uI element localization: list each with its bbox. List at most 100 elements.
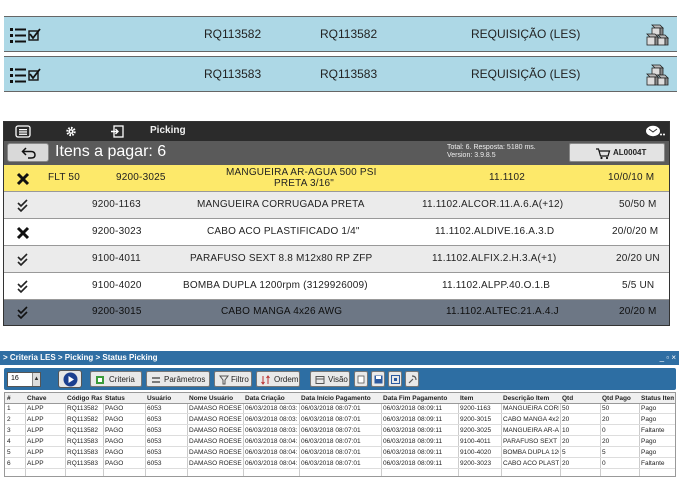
x-icon	[16, 172, 30, 186]
item-location: 11.1102.ALPP.40.O.1.B	[442, 280, 551, 291]
message-icon[interactable]	[645, 125, 665, 138]
copy-button[interactable]	[354, 371, 368, 387]
page-size-select[interactable]: 16 ▲	[7, 372, 41, 387]
table-cell-qtd-pago: 20	[602, 438, 610, 445]
table-cell-data-inicio: 06/03/2018 08:07:01	[301, 438, 361, 445]
column-header-status[interactable]: Status	[105, 395, 144, 402]
requisition-row[interactable]: RQ113582 RQ113582 REQUISIÇÃO (LES)	[4, 16, 677, 52]
table-cell-codigo-ras: RQ113583	[67, 438, 98, 445]
table-cell-usuario: 6053	[147, 416, 162, 423]
item-quantity: 20/20 M	[619, 306, 657, 317]
item-description: CABO ACO PLASTIFICADO 1/4"	[207, 226, 360, 237]
picking-item-row[interactable]: FLT 50 9200-3025 MANGUEIRA AR-AGUA 500 P…	[4, 165, 669, 192]
cart-icon	[596, 148, 611, 160]
list-check-icon[interactable]	[10, 66, 46, 84]
boxes-icon[interactable]	[644, 63, 670, 87]
requisition-type: REQUISIÇÃO (LES)	[471, 27, 581, 41]
back-button[interactable]	[7, 143, 49, 162]
window-controls[interactable]: _ ▫ ×	[660, 353, 676, 362]
page-title: Itens a pagar: 6	[55, 143, 167, 160]
requisition-code-secondary: RQ113582	[320, 27, 378, 41]
gear-icon[interactable]	[64, 125, 78, 138]
column-header-data-criacao[interactable]: Data Criação	[245, 395, 298, 402]
table-cell-data-fim: 06/03/2018 08:09:11	[383, 438, 443, 445]
item-location: 11.1102.ALFIX.2.H.3.A(+1)	[432, 253, 557, 264]
table-cell-num: 4	[7, 438, 11, 445]
table-row[interactable]: 3ALPPRQ113582PAGO6053DAMASO ROESE DA06/0…	[5, 426, 675, 436]
parameters-icon	[152, 377, 160, 383]
export-button[interactable]	[388, 371, 402, 387]
list-check-icon[interactable]	[10, 26, 46, 44]
table-cell-data-fim: 06/03/2018 08:09:11	[383, 449, 443, 456]
table-row[interactable]: 5ALPPRQ113583PAGO6053DAMASO ROESE DA06/0…	[5, 448, 675, 458]
item-quantity: 50/50 M	[619, 199, 657, 210]
table-cell-status: PAGO	[105, 416, 124, 423]
table-row[interactable]: 4ALPPRQ113583PAGO6053DAMASO ROESE DA06/0…	[5, 437, 675, 447]
column-header-codigo-ras[interactable]: Código Ras	[67, 395, 102, 402]
boxes-icon[interactable]	[644, 23, 670, 47]
table-cell-qtd: 10	[562, 427, 570, 434]
table-cell-data-inicio: 06/03/2018 08:07:01	[301, 460, 361, 467]
column-header-data-fim[interactable]: Data Fim Pagamento	[383, 395, 457, 402]
total-response-text: Total: 6. Resposta: 5180 ms.	[447, 144, 536, 151]
run-button[interactable]	[58, 370, 82, 388]
table-row[interactable]: 6ALPPRQ113583PAGO6053DAMASO ROESE DA06/0…	[5, 459, 675, 469]
picking-header: Itens a pagar: 6 Total: 6. Resposta: 518…	[4, 141, 669, 165]
column-header-qtd-pago[interactable]: Qtd Pago	[602, 395, 638, 402]
requisition-code: RQ113582	[204, 27, 262, 41]
column-header-data-inicio[interactable]: Data Início Pagamento	[301, 395, 380, 402]
column-header-item[interactable]: Item	[460, 395, 500, 402]
table-cell-descricao: CABO MANGA 4x26 A	[503, 416, 559, 423]
table-cell-qtd-pago: 0	[602, 427, 606, 434]
requisition-list: RQ113582 RQ113582 REQUISIÇÃO (LES) RQ113…	[0, 0, 679, 100]
table-row[interactable]: 1ALPPRQ113582PAGO6053DAMASO ROESE DA06/0…	[5, 404, 675, 414]
column-header-status-item[interactable]: Status Item	[641, 395, 674, 402]
filter-button[interactable]: Filtro	[214, 371, 252, 387]
requisition-type: REQUISIÇÃO (LES)	[471, 67, 581, 81]
column-header-nome-usuario[interactable]: Nome Usuário	[189, 395, 242, 402]
item-code: 9100-4011	[92, 253, 141, 264]
item-quantity: 5/5 UN	[622, 280, 655, 291]
column-header-qtd[interactable]: Qtd	[562, 395, 599, 402]
picking-item-row[interactable]: 9100-4011 PARAFUSO SEXT 8.8 M12x80 RP ZF…	[4, 246, 669, 273]
table-cell-nome-usuario: DAMASO ROESE DA	[189, 449, 242, 456]
table-cell-item: 9100-4020	[460, 449, 492, 456]
x-icon	[16, 226, 30, 240]
hamburger-icon[interactable]	[15, 125, 31, 138]
criteria-button[interactable]: Criteria	[90, 371, 142, 387]
column-header-chave[interactable]: Chave	[27, 395, 64, 402]
cart-button[interactable]: AL0004T	[569, 143, 665, 162]
table-cell-qtd: 20	[562, 460, 570, 467]
picking-item-row[interactable]: 9100-4020 BOMBA DUPLA 1200rpm (312992600…	[4, 273, 669, 300]
table-cell-nome-usuario: DAMASO ROESE DA	[189, 416, 242, 423]
exit-icon[interactable]	[110, 125, 125, 138]
table-cell-qtd-pago: 0	[602, 460, 606, 467]
picking-item-row[interactable]: 9200-3015 CABO MANGA 4x26 AWG 11.1102.AL…	[4, 300, 669, 325]
requisition-row[interactable]: RQ113583 RQ113583 REQUISIÇÃO (LES)	[4, 56, 677, 92]
table-cell-usuario: 6053	[147, 427, 162, 434]
table-cell-data-fim: 06/03/2018 08:09:11	[383, 405, 443, 412]
column-header-usuario[interactable]: Usuário	[147, 395, 186, 402]
item-description: MANGUEIRA AR-AGUA 500 PSI	[226, 167, 377, 178]
table-cell-status: PAGO	[105, 449, 124, 456]
view-button[interactable]: Visão	[310, 371, 350, 387]
table-cell-data-inicio: 06/03/2018 08:07:01	[301, 449, 361, 456]
column-header-descricao[interactable]: Descrição Item	[503, 395, 559, 402]
picking-item-row[interactable]: 9200-1163 MANGUEIRA CORRUGADA PRETA 11.1…	[4, 192, 669, 219]
double-check-icon	[17, 280, 28, 294]
order-button[interactable]: Ordem	[256, 371, 300, 387]
item-lot: FLT 50	[48, 172, 80, 183]
status-picking-window: > Criteria LES > Picking > Status Pickin…	[0, 351, 679, 477]
picking-item-row[interactable]: 9200-3023 CABO ACO PLASTIFICADO 1/4" 11.…	[4, 219, 669, 246]
table-cell-chave: ALPP	[27, 416, 44, 423]
item-location: 11.1102.ALTEC.21.A.4.J	[446, 306, 559, 317]
tools-button[interactable]	[405, 371, 419, 387]
table-cell-codigo-ras: RQ113583	[67, 449, 98, 456]
save-button[interactable]	[371, 371, 385, 387]
spinner-icon[interactable]: ▲	[32, 373, 40, 386]
column-header-num[interactable]: #	[7, 395, 24, 402]
parameters-button[interactable]: Parâmetros	[146, 371, 210, 387]
table-row[interactable]: 2ALPPRQ113582PAGO6053DAMASO ROESE DA06/0…	[5, 415, 675, 425]
picking-app: Picking Itens a pagar: 6 Total: 6. Respo…	[3, 121, 670, 326]
item-code: 9200-3025	[116, 172, 166, 183]
